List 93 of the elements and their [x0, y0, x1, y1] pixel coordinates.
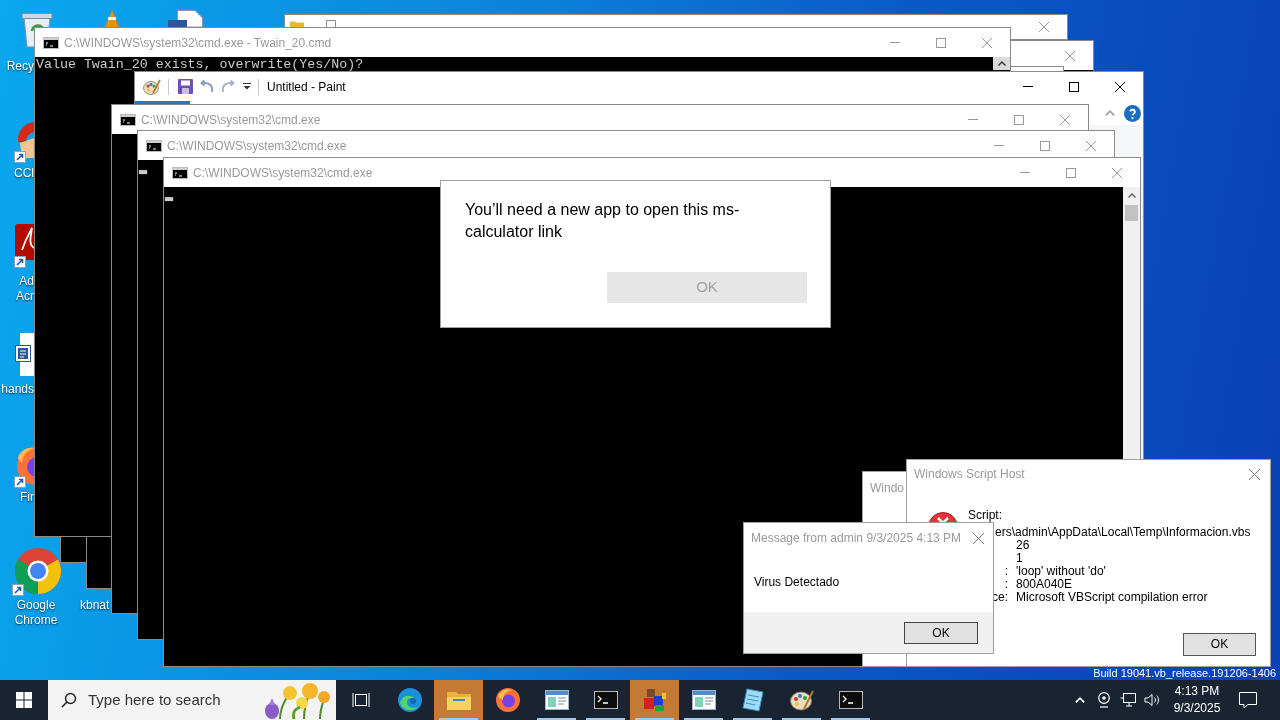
folder-icon [446, 690, 471, 710]
minimize-icon [890, 42, 900, 43]
terminal-icon [593, 691, 618, 709]
palette-icon [789, 689, 814, 711]
window-title: C:\WINDOWS\system32\cmd.exe [141, 111, 321, 129]
caret-icon[interactable] [243, 83, 251, 90]
field-label: : [1004, 565, 1008, 578]
minimize-icon [968, 119, 978, 120]
console-icon [120, 113, 136, 126]
close-icon [1112, 167, 1122, 178]
close-icon [1065, 50, 1075, 61]
maximize-icon [1069, 81, 1079, 92]
tab-indicator [135, 101, 190, 104]
palette-icon[interactable] [143, 78, 161, 95]
desktop-icon-label[interactable]: hands [0, 382, 34, 397]
document-icon[interactable] [15, 333, 34, 376]
browser-icon[interactable] [12, 546, 62, 596]
desktop-icon-label[interactable]: Fir [16, 490, 34, 505]
field-value: 800A040E [1016, 578, 1073, 591]
window-title: Untitled - Paint [267, 78, 346, 96]
field-label: : [1004, 578, 1008, 591]
search-icon [61, 692, 77, 708]
script-path: ers\admin\AppData\Local\Temp\Informacion.vbs [995, 526, 1251, 539]
desktop-icon-label[interactable]: Recy [6, 59, 34, 74]
field-value: 1 [1016, 552, 1023, 565]
document-icon[interactable] [167, 10, 205, 27]
ok-button[interactable]: OK [1183, 632, 1256, 656]
close-icon [1248, 468, 1260, 480]
help-icon[interactable] [1124, 104, 1141, 122]
console-icon [43, 36, 59, 49]
search-input[interactable]: Type here to search [88, 688, 238, 712]
dialog-title: Windo [870, 480, 904, 497]
search-field[interactable]: Type here to search [48, 680, 336, 720]
dialog-message: Virus Detectado [754, 575, 840, 589]
browser-icon [495, 688, 520, 712]
maximize-icon [1066, 167, 1076, 178]
desktop-icon-label[interactable]: kbnat [80, 598, 112, 613]
console-line: ▂ [164, 187, 173, 201]
window-title: C:\WINDOWS\system32\cmd.exe [193, 164, 373, 182]
browser-icon [397, 688, 422, 712]
console-icon [172, 166, 188, 179]
minimize-icon [994, 145, 1004, 146]
chevron-up-icon [1127, 193, 1136, 198]
boxes-icon [642, 688, 667, 712]
field-label: Script: [968, 509, 1002, 521]
field-value: 26 [1016, 539, 1030, 552]
console-line: Value Twain_20 exists, overwrite(Yes/No)? [35, 57, 364, 71]
app-shortcut-icon[interactable] [14, 120, 34, 166]
close-icon [1060, 114, 1070, 125]
window-title: C:\WINDOWS\system32\cmd.exe [167, 137, 347, 155]
save-icon[interactable] [178, 79, 193, 94]
app-window-icon [691, 690, 716, 710]
field-value: Microsoft VBScript compilation error [1016, 591, 1208, 604]
notification-icon [1239, 691, 1257, 709]
chevron-up-icon [1105, 110, 1115, 116]
pdf-app-icon[interactable] [14, 224, 34, 268]
close-icon [1039, 22, 1049, 32]
dialog-title: Message from admin 9/3/2025 4:13 PM [751, 530, 962, 547]
desktop-icon-label[interactable]: Google Chrome [0, 598, 72, 628]
clock-button[interactable]: 4:13 PM 9/3/2025 [1164, 680, 1230, 720]
close-icon [982, 37, 992, 48]
scrollbar[interactable] [1123, 187, 1140, 460]
dialog-title: Windows Script Host [914, 466, 1025, 483]
network-icon [1120, 692, 1136, 708]
scroll-thumb[interactable] [1125, 205, 1138, 221]
build-info: Build 19041.vb_release.191206-1406 [1093, 667, 1276, 680]
desktop-icon-label[interactable]: Ad Acr [14, 274, 34, 304]
maximize-icon [936, 37, 946, 48]
chevron-up-icon [997, 61, 1006, 66]
field-value: 'loop' without 'do' [1016, 565, 1106, 578]
undo-icon[interactable] [200, 80, 214, 93]
close-icon [972, 532, 984, 544]
close-icon [1086, 140, 1096, 151]
maximize-icon [1014, 114, 1024, 125]
ok-button[interactable]: OK [904, 621, 978, 644]
app-window-icon [544, 690, 569, 710]
console-icon [146, 139, 162, 152]
terminal-icon [838, 691, 863, 709]
maximize-icon [1040, 140, 1050, 151]
console-line: ▂ [138, 160, 147, 174]
chevron-up-icon [1075, 697, 1085, 703]
minimize-icon [1020, 172, 1030, 173]
dialog-message: You’ll need a new app to open this ms-calculator link [465, 200, 741, 242]
close-icon [1115, 81, 1125, 92]
task-view-icon [351, 692, 370, 708]
window-title: C:\WINDOWS\system32\cmd.exe - Twain_20.cmd [64, 34, 332, 52]
minimize-icon [1023, 86, 1033, 87]
webcam-icon [1097, 692, 1111, 708]
desktop-icon-label[interactable]: CCl [12, 166, 34, 181]
start-icon [16, 692, 32, 708]
volume-icon [1144, 693, 1160, 707]
scroll-up-button[interactable] [993, 57, 1010, 70]
page-icon [740, 688, 765, 712]
